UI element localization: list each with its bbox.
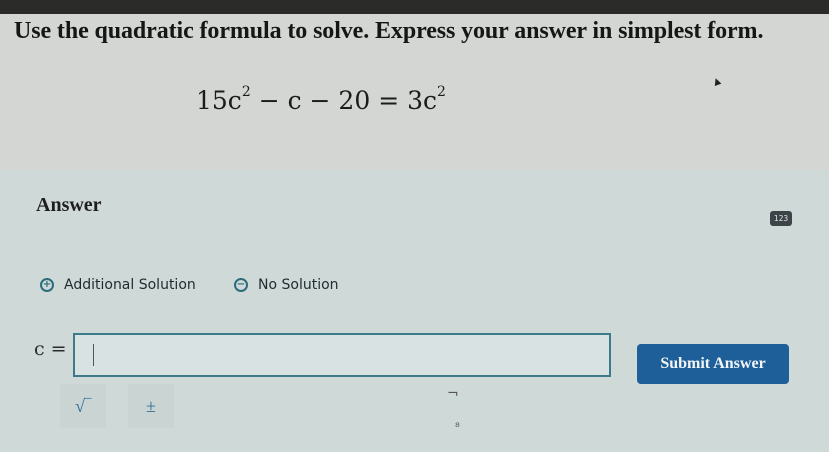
equation-lhs-coefficient: 15c [196, 86, 242, 115]
answer-input[interactable] [73, 333, 611, 377]
keypad-icon[interactable]: 123 [770, 211, 792, 226]
plus-circle-icon: + [40, 278, 54, 292]
minus-circle-icon: − [234, 278, 248, 292]
text-caret [93, 344, 94, 366]
plus-minus-icon: ± [146, 395, 156, 416]
top-bar [0, 0, 829, 14]
equation: 15c2 − c − 20 = 3c2 [196, 83, 446, 115]
submit-answer-button[interactable]: Submit Answer [637, 344, 789, 384]
question-prompt: Use the quadratic formula to solve. Expr… [14, 18, 764, 44]
no-solution-label: No Solution [258, 277, 339, 293]
plus-minus-button[interactable]: ± [128, 384, 174, 428]
equation-lhs-tail: − c − 20 = 3c [250, 86, 437, 115]
stray-mark: ¬ [447, 386, 459, 402]
mouse-cursor-icon: ▲ [708, 72, 725, 90]
answer-panel [0, 170, 829, 452]
additional-solution-button[interactable]: + Additional Solution [40, 277, 196, 293]
additional-solution-label: Additional Solution [64, 277, 196, 293]
variable-label: c = [34, 338, 67, 360]
equation-lhs-exponent: 2 [241, 83, 251, 100]
answer-title: Answer [36, 194, 102, 216]
equation-rhs-exponent: 2 [437, 83, 446, 100]
stray-mark: ⁸ [455, 420, 460, 434]
no-solution-button[interactable]: − No Solution [234, 277, 339, 293]
square-root-button[interactable]: √‾ [60, 384, 106, 428]
square-root-icon: √‾ [75, 395, 91, 416]
